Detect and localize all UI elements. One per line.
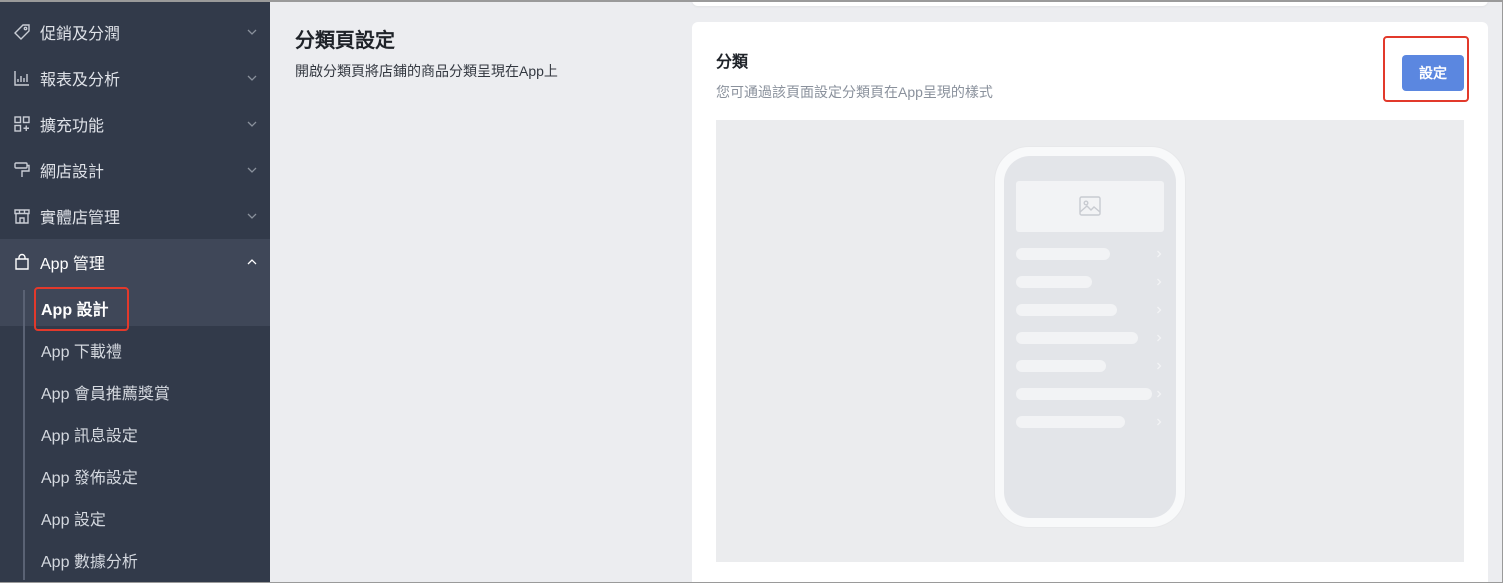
submenu-item-app-referral[interactable]: App 會員推薦獎賞 <box>41 380 170 404</box>
submenu-item-app-publish[interactable]: App 發佈設定 <box>41 464 138 488</box>
submenu-item-app-download-gift[interactable]: App 下載禮 <box>41 338 122 362</box>
chevron-right-icon <box>1157 334 1162 342</box>
submenu-item-app-message[interactable]: App 訊息設定 <box>41 422 138 446</box>
chevron-right-icon <box>1157 390 1162 398</box>
paint-roller-icon <box>14 162 30 177</box>
chevron-up-icon <box>247 259 257 265</box>
card-title: 分類 <box>716 54 749 71</box>
previous-card-bottom <box>692 0 1488 6</box>
sidebar-item-label: 實體店管理 <box>40 210 121 227</box>
sidebar-item-reports[interactable]: 報表及分析 <box>0 55 270 101</box>
shopping-bag-icon <box>15 253 29 270</box>
sidebar-item-promotions[interactable]: 促銷及分潤 <box>0 9 270 55</box>
chevron-down-icon <box>247 29 257 35</box>
submenu-item-app-settings[interactable]: App 設定 <box>41 506 106 530</box>
chevron-right-icon <box>1157 306 1162 314</box>
store-icon <box>14 209 30 224</box>
sidebar-item-extensions[interactable]: 擴充功能 <box>0 101 270 147</box>
phone-list-bar <box>1016 388 1152 400</box>
sidebar-item-label: 促銷及分潤 <box>40 26 121 43</box>
submenu-guide-line <box>23 290 25 580</box>
phone-list-bar <box>1016 360 1106 372</box>
chevron-right-icon <box>1157 362 1162 370</box>
phone-list-bar <box>1016 416 1125 428</box>
sidebar-item-physical-store[interactable]: 實體店管理 <box>0 193 270 239</box>
page-title: 分類頁設定 <box>295 30 395 52</box>
chevron-down-icon <box>247 213 257 219</box>
submenu-item-app-analytics[interactable]: App 數據分析 <box>41 548 138 572</box>
phone-banner <box>1016 181 1164 232</box>
apps-icon <box>14 116 30 132</box>
page-description: 開啟分類頁將店鋪的商品分類呈現在App上 <box>295 63 558 79</box>
sidebar-item-label: 網店設計 <box>40 164 105 181</box>
chevron-down-icon <box>247 75 257 81</box>
phone-list-bar <box>1016 248 1110 260</box>
submenu-item-app-design[interactable]: App 設計 <box>41 296 109 320</box>
sidebar-item-store-design[interactable]: 網店設計 <box>0 147 270 193</box>
settings-button[interactable]: 設定 <box>1402 55 1464 91</box>
card-description: 您可通過該頁面設定分類頁在App呈現的樣式 <box>716 84 993 100</box>
chevron-right-icon <box>1157 278 1162 286</box>
chevron-right-icon <box>1157 250 1162 258</box>
phone-list-bar <box>1016 332 1138 344</box>
image-placeholder-icon <box>1079 196 1101 216</box>
chart-icon <box>14 71 29 86</box>
sidebar-item-label: 擴充功能 <box>40 118 105 135</box>
chevron-down-icon <box>247 121 257 127</box>
sidebar-item-app-management[interactable]: App 管理 <box>0 239 270 285</box>
chevron-right-icon <box>1157 418 1162 426</box>
sidebar-item-label: 報表及分析 <box>40 72 121 89</box>
sidebar-item-label: App 管理 <box>40 256 105 273</box>
phone-list-bar <box>1016 304 1117 316</box>
chevron-down-icon <box>247 167 257 173</box>
phone-list-bar <box>1016 276 1092 288</box>
tag-icon <box>14 24 30 40</box>
sidebar: 促銷及分潤 報表及分析 擴充功能 網店設計 實體店管理 App 管理 App 設… <box>0 0 270 583</box>
